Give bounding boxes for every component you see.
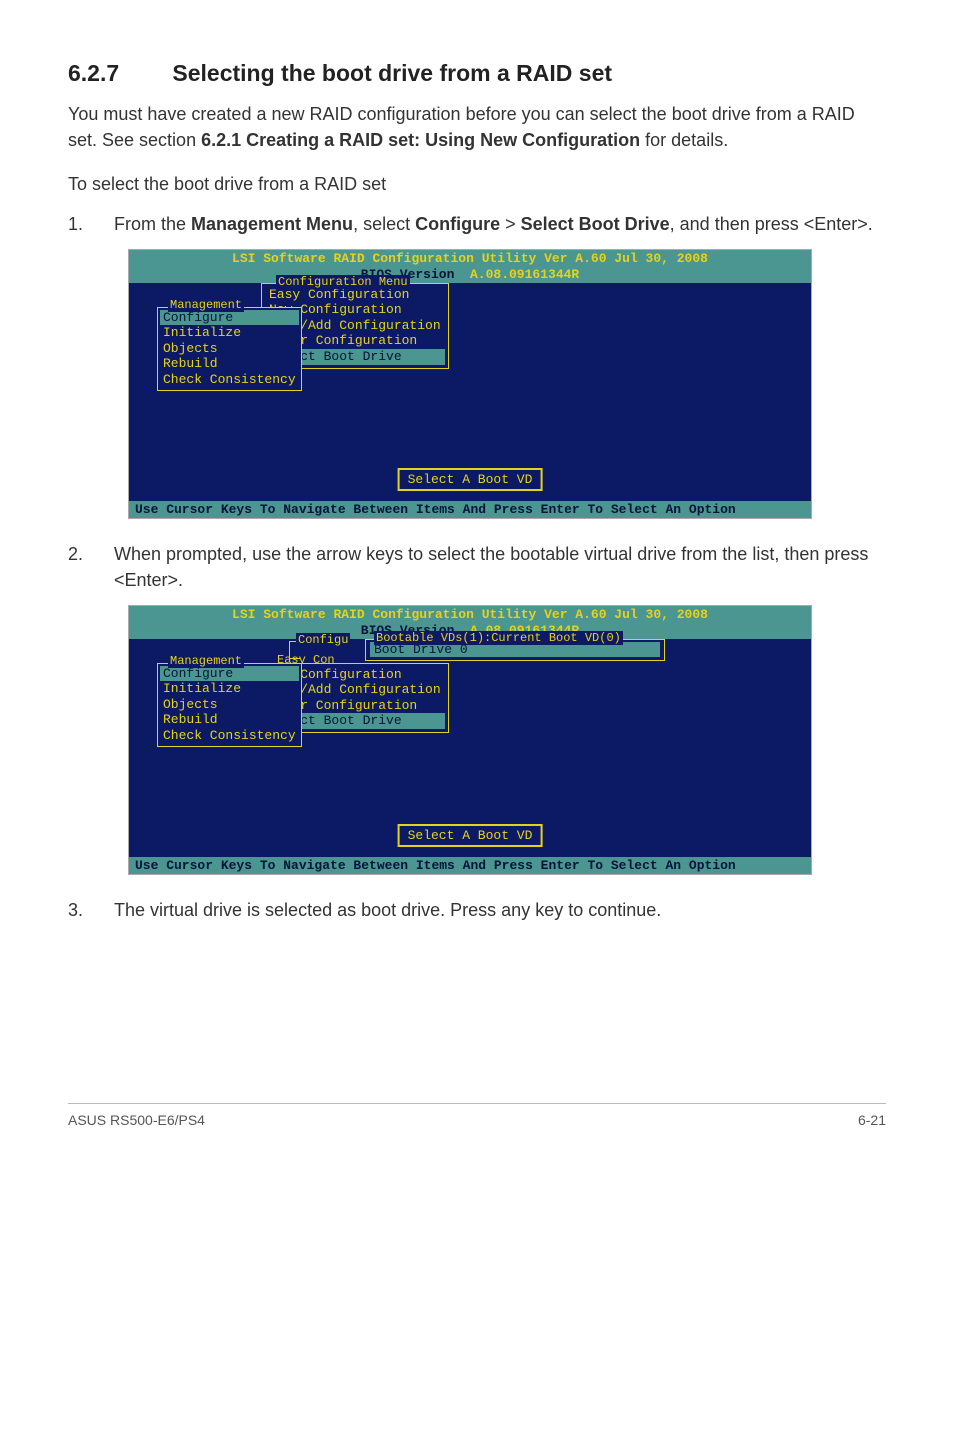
configu-frag-label: Configu bbox=[296, 633, 350, 647]
bios-status-box-2: Select A Boot VD bbox=[398, 824, 543, 847]
page-footer: ASUS RS500-E6/PS4 6-21 bbox=[68, 1103, 886, 1128]
footer-right: 6-21 bbox=[858, 1112, 886, 1128]
mgmt-item-objects[interactable]: Objects bbox=[160, 341, 299, 357]
mgmt-item-initialize-2[interactable]: Initialize bbox=[160, 681, 299, 697]
step-1-text: From the Management Menu, select Configu… bbox=[114, 211, 886, 237]
section-title: Selecting the boot drive from a RAID set bbox=[172, 60, 612, 86]
mgmt-item-configure[interactable]: Configure bbox=[160, 310, 299, 326]
footer-left: ASUS RS500-E6/PS4 bbox=[68, 1112, 205, 1128]
step-2: 2. When prompted, use the arrow keys to … bbox=[68, 541, 886, 593]
configuration-menu-label: Configuration Menu bbox=[276, 275, 410, 289]
step-3-text: The virtual drive is selected as boot dr… bbox=[114, 897, 886, 923]
bios-screenshot-1: LSI Software RAID Configuration Utility … bbox=[128, 249, 812, 519]
mgmt-item-configure-2[interactable]: Configure bbox=[160, 666, 299, 682]
config-item-easy[interactable]: Easy Configuration bbox=[265, 287, 445, 303]
mgmt-item-check-2[interactable]: Check Consistency bbox=[160, 728, 299, 744]
intro-ref-bold: 6.2.1 Creating a RAID set: Using New Con… bbox=[201, 130, 640, 150]
step-1: 1. From the Management Menu, select Conf… bbox=[68, 211, 886, 237]
mgmt-item-check[interactable]: Check Consistency bbox=[160, 372, 299, 388]
bios-footer-help: Use Cursor Keys To Navigate Between Item… bbox=[129, 501, 811, 519]
step-2-text: When prompted, use the arrow keys to sel… bbox=[114, 541, 886, 593]
step-1-number: 1. bbox=[68, 211, 114, 237]
intro-text-c: for details. bbox=[645, 130, 728, 150]
bios-title-line1-2: LSI Software RAID Configuration Utility … bbox=[232, 607, 708, 622]
mgmt-item-rebuild-2[interactable]: Rebuild bbox=[160, 712, 299, 728]
management-menu-label-2: Management bbox=[168, 654, 244, 668]
management-menu-2[interactable]: Management Configure Initialize Objects … bbox=[157, 663, 302, 747]
bios-footer-help-2: Use Cursor Keys To Navigate Between Item… bbox=[129, 857, 811, 875]
mgmt-item-initialize[interactable]: Initialize bbox=[160, 325, 299, 341]
bios-version-value: A.08.09161344R bbox=[470, 267, 579, 282]
management-menu[interactable]: Management Configure Initialize Objects … bbox=[157, 307, 302, 391]
management-menu-label: Management bbox=[168, 298, 244, 312]
bootable-vds-popup[interactable]: Bootable VDs(1):Current Boot VD(0) Boot … bbox=[365, 639, 665, 662]
mgmt-item-objects-2[interactable]: Objects bbox=[160, 697, 299, 713]
bios-status-box: Select A Boot VD bbox=[398, 468, 543, 491]
bios-screenshot-2: LSI Software RAID Configuration Utility … bbox=[128, 605, 812, 875]
step-3-number: 3. bbox=[68, 897, 114, 923]
intro-subheading: To select the boot drive from a RAID set bbox=[68, 171, 886, 197]
bios-body: Configuration Menu Easy Configuration Ne… bbox=[129, 283, 811, 501]
step-2-number: 2. bbox=[68, 541, 114, 593]
section-number: 6.2.7 bbox=[68, 60, 166, 87]
bootable-vds-label: Bootable VDs(1):Current Boot VD(0) bbox=[374, 631, 623, 645]
bios-title-line1: LSI Software RAID Configuration Utility … bbox=[232, 251, 708, 266]
step-3: 3. The virtual drive is selected as boot… bbox=[68, 897, 886, 923]
bios-body-2: Bootable VDs(1):Current Boot VD(0) Boot … bbox=[129, 639, 811, 857]
intro-paragraph: You must have created a new RAID configu… bbox=[68, 101, 886, 153]
bios-header: LSI Software RAID Configuration Utility … bbox=[129, 250, 811, 282]
section-heading: 6.2.7 Selecting the boot drive from a RA… bbox=[68, 60, 886, 87]
mgmt-item-rebuild[interactable]: Rebuild bbox=[160, 356, 299, 372]
